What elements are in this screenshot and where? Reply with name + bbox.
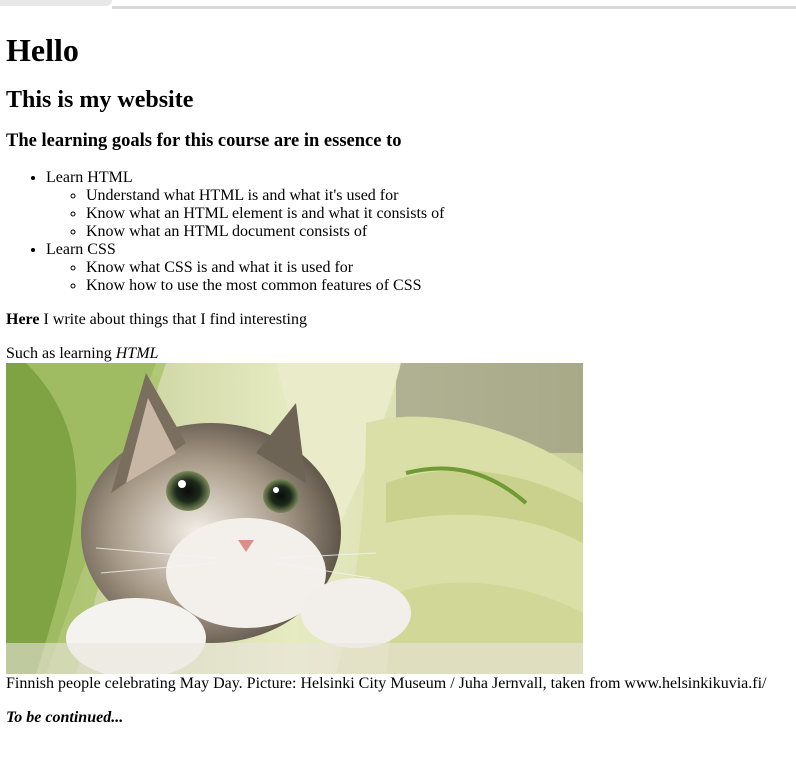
goal-item-css: Learn CSS Know what CSS is and what it i… <box>46 241 786 295</box>
such-as-paragraph: Such as learning HTML <box>6 345 786 363</box>
goal-subitem: Understand what HTML is and what it's us… <box>86 187 786 205</box>
browser-tab-edge[interactable] <box>0 0 112 6</box>
goals-heading: The learning goals for this course are i… <box>6 131 402 151</box>
goal-item-html: Learn HTML Understand what HTML is and w… <box>46 169 786 241</box>
intro-paragraph: Here I write about things that I find in… <box>6 311 786 329</box>
goal-subitem: Know what CSS is and what it is used for <box>86 259 786 277</box>
goal-label: Learn CSS <box>46 241 116 258</box>
such-as-emphasis: HTML <box>115 345 159 362</box>
to-be-continued: To be continued... <box>6 709 124 726</box>
cat-photo <box>6 363 583 674</box>
photo-caption: Finnish people celebrating May Day. Pict… <box>6 675 767 692</box>
goal-subitem: Know what an HTML element is and what it… <box>86 205 786 223</box>
goal-subitem: Know how to use the most common features… <box>86 277 786 295</box>
browser-chrome-edge <box>0 0 796 10</box>
site-subtitle: This is my website <box>6 87 194 113</box>
such-as-text: Such as learning <box>6 345 116 362</box>
goals-list: Learn HTML Understand what HTML is and w… <box>6 169 786 295</box>
page-content: Hello This is my website The learning go… <box>6 10 786 727</box>
browser-divider <box>112 6 796 9</box>
intro-bold: Here <box>6 311 40 328</box>
intro-text: I write about things that I find interes… <box>39 311 307 328</box>
goal-label: Learn HTML <box>46 169 133 186</box>
goal-subitem: Know what an HTML document consists of <box>86 223 786 241</box>
goal-sublist: Understand what HTML is and what it's us… <box>46 187 786 241</box>
page-title: Hello <box>6 32 79 68</box>
goal-sublist: Know what CSS is and what it is used for… <box>46 259 786 295</box>
